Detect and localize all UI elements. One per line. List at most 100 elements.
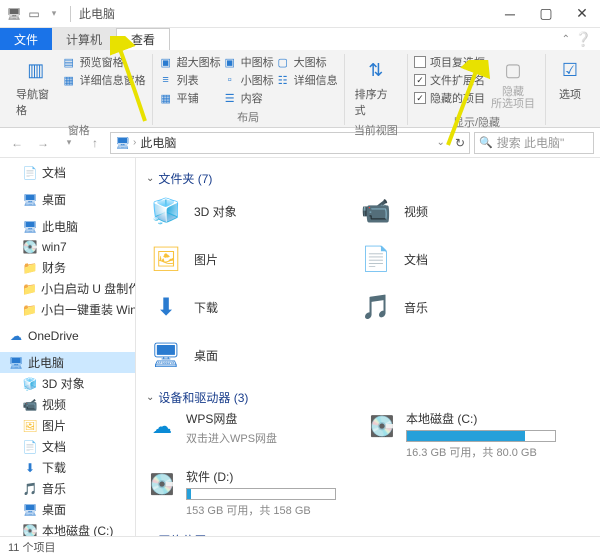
folders-header[interactable]: ⌄文件夹 (7) xyxy=(146,166,590,191)
tab-file[interactable]: 文件 xyxy=(0,28,52,50)
layout-details[interactable]: ☷详细信息 xyxy=(276,72,338,88)
sidebar-item[interactable]: ☁OneDrive xyxy=(0,326,135,346)
sidebar-item[interactable]: 🖥此电脑 xyxy=(0,216,135,237)
folder-item[interactable]: 📹视频 xyxy=(356,191,546,231)
sidebar-item[interactable]: 📁财务 xyxy=(0,257,135,278)
tree-label: 图片 xyxy=(42,417,66,434)
tree-label: 音乐 xyxy=(42,480,66,497)
layout-list[interactable]: ≡列表 xyxy=(159,72,221,88)
sidebar-item[interactable]: 📄文档 xyxy=(0,162,135,183)
sidebar-item[interactable]: 💽win7 xyxy=(0,237,135,257)
preview-pane-button[interactable]: ▤预览窗格 xyxy=(62,54,146,70)
title-bar: 🖥 ▭ ▾ 此电脑 ─ ▢ ✕ xyxy=(0,0,600,28)
layout-sm[interactable]: ▫小图标 xyxy=(223,72,274,88)
sidebar-item[interactable]: 📁小白启动 U 盘制作步 xyxy=(0,278,135,299)
drives-header[interactable]: ⌄设备和驱动器 (3) xyxy=(146,385,590,410)
layout-content[interactable]: ☰内容 xyxy=(223,90,274,106)
checkbox-icon-checked2: ✓ xyxy=(414,92,426,104)
drive-usage-bar xyxy=(406,430,556,442)
folder-item[interactable]: 🎵音乐 xyxy=(356,287,546,327)
drive-item[interactable]: ☁WPS网盘双击进入WPS网盘 xyxy=(146,410,346,460)
sidebar-item[interactable]: 🖥桌面 xyxy=(0,499,135,520)
sidebar-item[interactable]: 📹视频 xyxy=(0,394,135,415)
tab-view[interactable]: 查看 xyxy=(116,28,170,50)
details-pane-button[interactable]: ▦详细信息窗格 xyxy=(62,72,146,88)
maximize-button[interactable]: ▢ xyxy=(528,0,564,28)
folder-item[interactable]: 🖼图片 xyxy=(146,239,336,279)
tree-label: 小白启动 U 盘制作步 xyxy=(41,280,136,297)
options-button[interactable]: ☑ 选项 xyxy=(552,54,588,104)
main-area: 📄文档🖥桌面🖥此电脑💽win7📁财务📁小白启动 U 盘制作步📁小白一键重装 Wi… xyxy=(0,158,600,536)
address-bar: ← → ▾ ↑ 🖥 › 此电脑 ⌄ ↻ 🔍 搜索 此电脑" xyxy=(0,128,600,158)
address-box[interactable]: 🖥 › 此电脑 ⌄ ↻ xyxy=(110,132,470,154)
window-title: 此电脑 xyxy=(75,5,492,22)
folder-item[interactable]: ⬇下载 xyxy=(146,287,336,327)
drive-item[interactable]: 💽本地磁盘 (C:)16.3 GB 可用，共 80.0 GB xyxy=(366,410,566,460)
navigation-pane-button[interactable]: ▥ 导航窗格 xyxy=(12,54,60,120)
layout-tile[interactable]: ▦平铺 xyxy=(159,90,221,106)
sidebar-item[interactable]: 🖼图片 xyxy=(0,415,135,436)
folder-icon: 🎵 xyxy=(356,287,396,327)
sidebar-item[interactable]: 🧊3D 对象 xyxy=(0,373,135,394)
drive-name: WPS网盘 xyxy=(186,410,346,427)
sidebar-item[interactable]: ⬇下载 xyxy=(0,457,135,478)
tree-label: 财务 xyxy=(42,259,66,276)
folder-item[interactable]: 🧊3D 对象 xyxy=(146,191,336,231)
tree-icon: 🖥 xyxy=(22,502,38,518)
layout-lg[interactable]: ▢大图标 xyxy=(276,54,338,70)
content-area: ⌄文件夹 (7) 🧊3D 对象 📹视频 🖼图片 📄文档 ⬇下载 🎵音乐 🖥桌面 ⌄设备和驱动… xyxy=(136,158,600,536)
tree-icon: 🖥 xyxy=(22,219,38,235)
sidebar-item[interactable]: 🖥桌面 xyxy=(0,189,135,210)
sidebar-item[interactable]: 🎵音乐 xyxy=(0,478,135,499)
qat-dropdown-icon[interactable]: ▾ xyxy=(46,6,62,22)
tree-label: 桌面 xyxy=(42,501,66,518)
checkbox-file-extensions[interactable]: ✓文件扩展名 xyxy=(414,72,485,88)
drive-item[interactable]: 💽软件 (D:)153 GB 可用，共 158 GB xyxy=(146,468,346,518)
chevron-down-icon: ⌄ xyxy=(146,173,154,184)
folder-item[interactable]: 📄文档 xyxy=(356,239,546,279)
layout-xl[interactable]: ▣超大图标 xyxy=(159,54,221,70)
help-icon[interactable]: ❔ xyxy=(575,31,592,48)
tree-icon: 📁 xyxy=(22,281,37,297)
close-button[interactable]: ✕ xyxy=(564,0,600,28)
navigation-sidebar[interactable]: 📄文档🖥桌面🖥此电脑💽win7📁财务📁小白启动 U 盘制作步📁小白一键重装 Wi… xyxy=(0,158,136,536)
status-bar: 11 个项目 xyxy=(0,536,600,556)
qat-properties-icon[interactable]: ▭ xyxy=(26,6,42,22)
checkbox-item-checkboxes[interactable]: 项目复选框 xyxy=(414,54,485,70)
forward-button[interactable]: → xyxy=(32,132,54,154)
network-header[interactable]: ⌄网络位置 (1) xyxy=(146,528,590,536)
folder-icon: ⬇ xyxy=(146,287,186,327)
sort-button[interactable]: ⇅ 排序方式 xyxy=(351,54,401,120)
refresh-icon[interactable]: ↻ xyxy=(455,136,465,150)
navpane-icon: ▥ xyxy=(22,56,50,84)
ribbon-group-layout: ▣超大图标 ≡列表 ▦平铺 ▣中图标 ▫小图标 ☰内容 ▢大图标 ☷详细信息 布… xyxy=(153,54,345,125)
collapse-ribbon-icon[interactable]: ⌃ xyxy=(562,34,570,45)
tree-label: 此电脑 xyxy=(28,354,64,371)
tree-label: 文档 xyxy=(42,438,66,455)
layout-md[interactable]: ▣中图标 xyxy=(223,54,274,70)
sidebar-item[interactable]: 📄文档 xyxy=(0,436,135,457)
tab-computer[interactable]: 计算机 xyxy=(52,28,116,50)
minimize-button[interactable]: ─ xyxy=(492,0,528,28)
drive-name: 软件 (D:) xyxy=(186,468,346,485)
detailspane-icon: ▦ xyxy=(62,73,76,87)
search-box[interactable]: 🔍 搜索 此电脑" xyxy=(474,132,594,154)
hide-selected-button[interactable]: ▢ 隐藏 所选项目 xyxy=(487,54,539,112)
drive-icon: 💽 xyxy=(146,468,178,500)
folder-item[interactable]: 🖥桌面 xyxy=(146,335,336,375)
sidebar-item[interactable]: 📁小白一键重装 Win10 xyxy=(0,299,135,320)
sidebar-item[interactable]: 🖥此电脑 xyxy=(0,352,135,373)
address-dropdown-icon[interactable]: ⌄ xyxy=(437,137,445,148)
folder-icon: 🖼 xyxy=(146,239,186,279)
tree-icon: 📁 xyxy=(22,260,38,276)
checkbox-hidden-items[interactable]: ✓隐藏的项目 xyxy=(414,90,485,106)
chevron-right-icon: › xyxy=(133,137,136,148)
back-button[interactable]: ← xyxy=(6,132,28,154)
tree-icon: 🖥 xyxy=(8,355,24,371)
tree-label: 本地磁盘 (C:) xyxy=(42,522,113,536)
tree-icon: 📄 xyxy=(22,439,38,455)
tree-icon: 📄 xyxy=(22,165,38,181)
checkbox-icon xyxy=(414,56,426,68)
tree-icon: 📹 xyxy=(22,397,38,413)
sidebar-item[interactable]: 💽本地磁盘 (C:) xyxy=(0,520,135,536)
